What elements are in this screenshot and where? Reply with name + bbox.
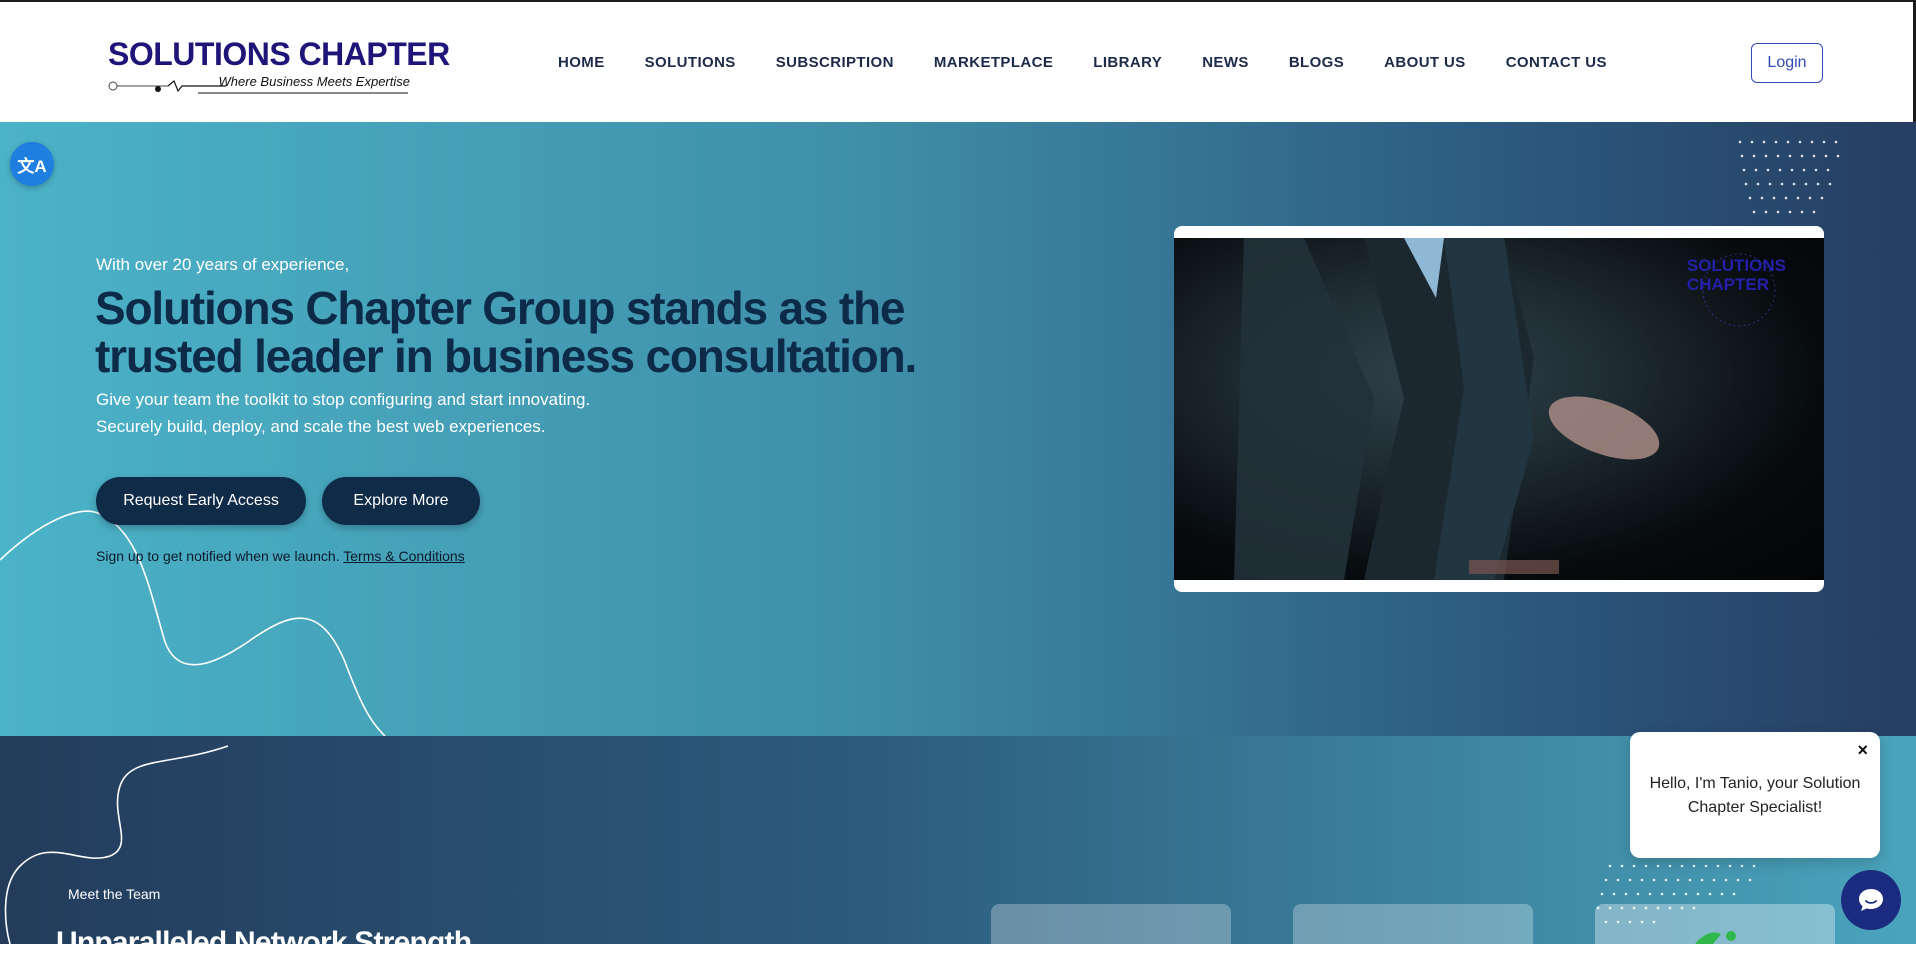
team-title: Unparalleled Network Strength bbox=[56, 926, 472, 959]
hero-subtext-line-1: Give your team the toolkit to stop confi… bbox=[96, 390, 591, 409]
nav-news[interactable]: NEWS bbox=[1202, 54, 1249, 71]
nav-subscription[interactable]: SUBSCRIPTION bbox=[776, 54, 894, 71]
chat-bubble-icon bbox=[1859, 889, 1883, 911]
chat-greeting-popup: × Hello, I'm Tanio, your Solution Chapte… bbox=[1630, 732, 1880, 858]
nav-home[interactable]: HOME bbox=[558, 54, 605, 71]
terms-conditions-link[interactable]: Terms & Conditions bbox=[343, 548, 464, 564]
login-button[interactable]: Login bbox=[1751, 43, 1823, 83]
chat-launcher-button[interactable] bbox=[1841, 870, 1901, 930]
close-icon[interactable]: × bbox=[1857, 740, 1868, 761]
nav-contact-us[interactable]: CONTACT US bbox=[1506, 54, 1607, 71]
nav-library[interactable]: LIBRARY bbox=[1093, 54, 1162, 71]
video-watermark-line-2: CHAPTER bbox=[1686, 275, 1769, 294]
nav-solutions[interactable]: SOLUTIONS bbox=[645, 54, 736, 71]
nav-about-us[interactable]: ABOUT US bbox=[1384, 54, 1466, 71]
logo-title: SOLUTIONS CHAPTER bbox=[108, 36, 450, 72]
signup-notice: Sign up to get notified when we launch. … bbox=[96, 548, 465, 564]
translate-icon: 文A bbox=[17, 156, 47, 176]
video-watermark: SOLUTIONS CHAPTER bbox=[1687, 256, 1786, 294]
hero-video[interactable]: SOLUTIONS CHAPTER bbox=[1174, 226, 1824, 592]
translate-button[interactable]: 文A bbox=[10, 142, 54, 186]
team-card[interactable] bbox=[1595, 904, 1835, 964]
hero-headline: Solutions Chapter Group stands as the tr… bbox=[95, 282, 917, 382]
team-card[interactable] bbox=[991, 904, 1231, 964]
main-nav: HOME SOLUTIONS SUBSCRIPTION MARKETPLACE … bbox=[558, 54, 1647, 71]
video-watermark-line-1: SOLUTIONS bbox=[1686, 256, 1786, 275]
hero-eyebrow: With over 20 years of experience, bbox=[96, 255, 350, 274]
signup-notice-text: Sign up to get notified when we launch. bbox=[96, 548, 340, 564]
team-card[interactable] bbox=[1293, 904, 1533, 964]
hero-subtext-line-2: Securely build, deploy, and scale the be… bbox=[96, 417, 546, 436]
request-early-access-button[interactable]: Request Early Access bbox=[96, 477, 306, 525]
team-eyebrow: Meet the Team bbox=[68, 886, 161, 902]
nav-blogs[interactable]: BLOGS bbox=[1289, 54, 1344, 71]
video-frame: SOLUTIONS CHAPTER bbox=[1174, 238, 1824, 580]
chat-greeting-text: Hello, I'm Tanio, your Solution Chapter … bbox=[1649, 775, 1861, 816]
hero-subtext: Give your team the toolkit to stop confi… bbox=[96, 386, 590, 440]
logo[interactable]: SOLUTIONS CHAPTER Where Business Meets E… bbox=[108, 36, 450, 94]
site-header: SOLUTIONS CHAPTER Where Business Meets E… bbox=[0, 2, 1916, 122]
team-card-figure bbox=[1695, 931, 1736, 944]
logo-tagline: Where Business Meets Expertise bbox=[218, 74, 410, 89]
explore-more-button[interactable]: Explore More bbox=[322, 477, 480, 525]
nav-marketplace[interactable]: MARKETPLACE bbox=[934, 54, 1053, 71]
